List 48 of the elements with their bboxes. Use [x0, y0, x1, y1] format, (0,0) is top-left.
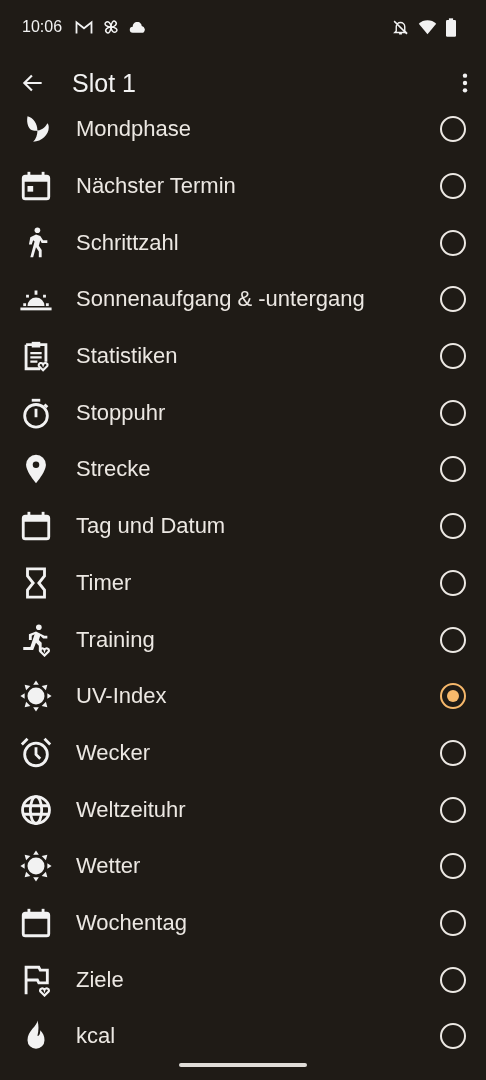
option-label: Mondphase	[76, 116, 191, 143]
option-label: Weltzeituhr	[76, 796, 186, 823]
option-row[interactable]: Statistiken	[0, 327, 486, 385]
alarm-clock-icon	[19, 735, 53, 770]
option-row[interactable]: Timer	[0, 554, 486, 612]
pinwheel-icon	[102, 18, 121, 36]
option-row[interactable]: UV-Index	[0, 667, 486, 725]
option-row[interactable]: Nächster Termin	[0, 157, 486, 215]
wifi-icon	[418, 19, 437, 35]
option-row[interactable]: Ziele	[0, 951, 486, 1008]
sun-icon	[19, 849, 53, 884]
option-label: Wochentag	[76, 909, 187, 936]
option-label: Stoppuhr	[76, 399, 166, 426]
option-row[interactable]: Wochentag	[0, 894, 486, 952]
sun-icon	[19, 679, 53, 714]
option-row[interactable]: Weltzeituhr	[0, 781, 486, 838]
option-row[interactable]: Stoppuhr	[0, 384, 486, 442]
globe-icon	[19, 792, 53, 827]
option-label: UV-Index	[76, 683, 167, 710]
option-label: Timer	[76, 569, 132, 596]
option-row[interactable]: Mondphase	[0, 112, 486, 158]
option-label: Nächster Termin	[76, 173, 236, 200]
option-label: Sonnenaufgang & -untergang	[76, 286, 365, 313]
option-label: Wetter	[76, 853, 141, 880]
option-row[interactable]: Training	[0, 611, 486, 668]
mail-icon	[75, 19, 94, 35]
option-label: Strecke	[76, 456, 151, 483]
option-row[interactable]: Wecker	[0, 724, 486, 782]
option-row[interactable]: Wetter	[0, 837, 486, 895]
option-label: Wecker	[76, 739, 151, 766]
cloud-icon	[129, 21, 148, 33]
option-label: kcal	[76, 1023, 116, 1050]
option-row[interactable]: Tag und Datum	[0, 497, 486, 555]
option-row[interactable]: Sonnenaufgang & -untergang	[0, 271, 486, 328]
screen-title: Slot 1	[72, 68, 136, 98]
option-label: Statistiken	[76, 343, 178, 370]
option-label: Tag und Datum	[76, 513, 226, 540]
option-label: Training	[76, 626, 155, 653]
radio-button[interactable]	[440, 683, 466, 710]
battery-icon	[446, 17, 456, 37]
more-icon	[462, 72, 468, 94]
option-label: Ziele	[76, 966, 124, 993]
bell-off-icon	[392, 18, 409, 36]
status-time: 10:06	[22, 18, 63, 36]
option-label: Schrittzahl	[76, 229, 179, 256]
option-row[interactable]: Strecke	[0, 441, 486, 498]
option-row[interactable]: kcal	[0, 1008, 486, 1050]
option-row[interactable]: Schrittzahl	[0, 214, 486, 272]
